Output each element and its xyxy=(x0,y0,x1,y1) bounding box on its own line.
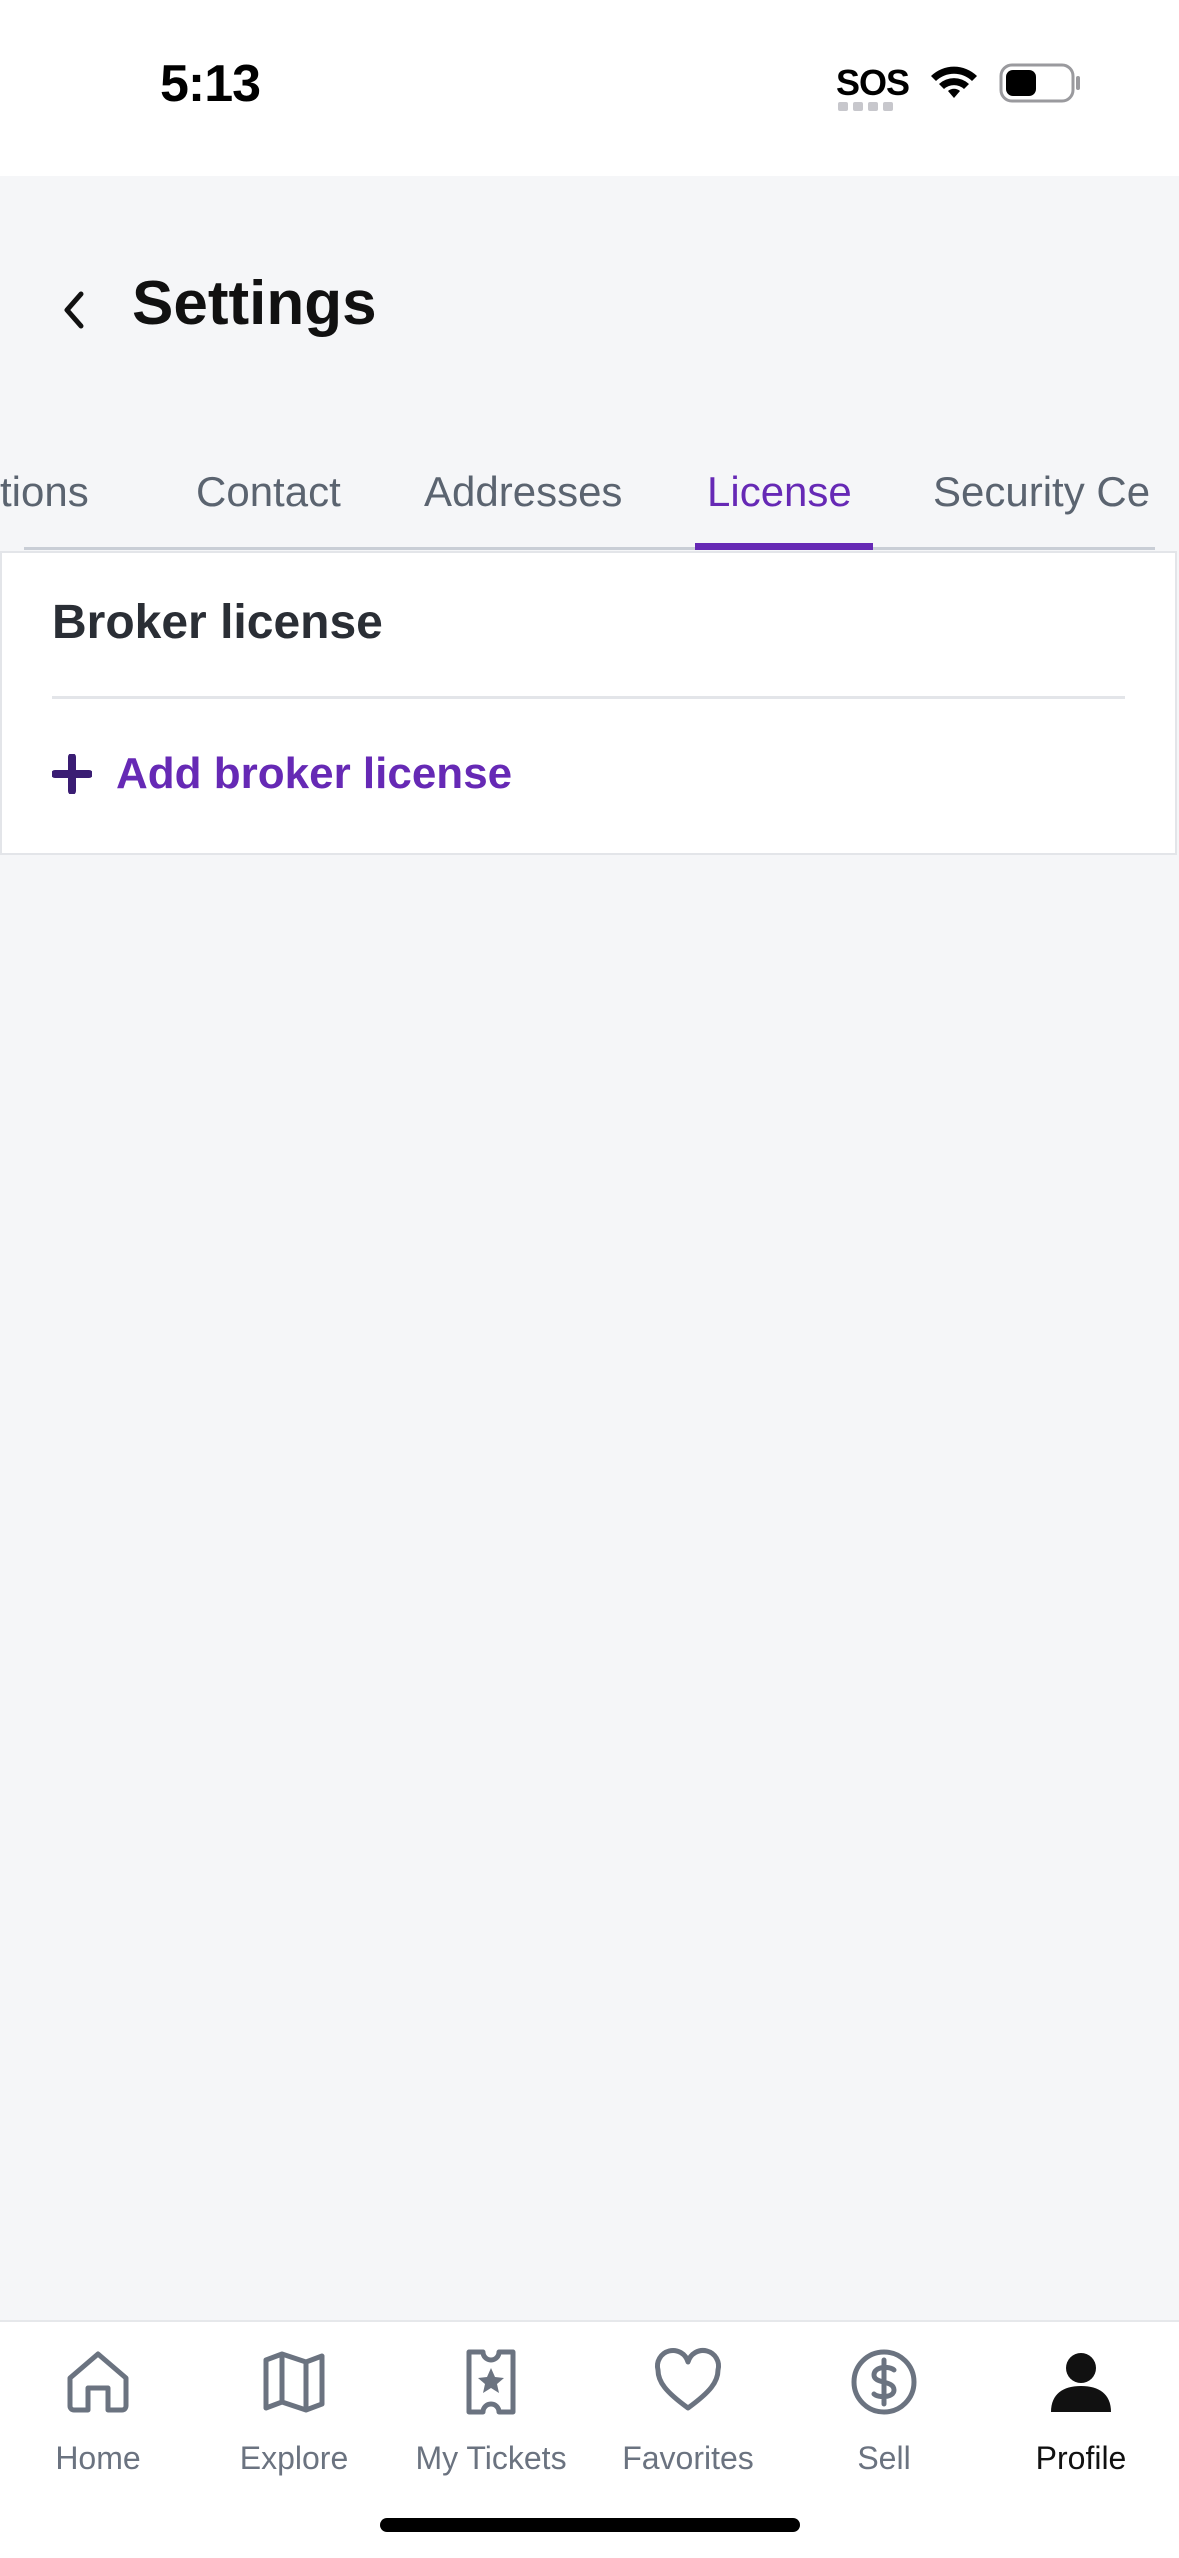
chevron-left-icon xyxy=(64,291,84,329)
plus-icon xyxy=(52,754,92,794)
ticket-icon xyxy=(466,2349,516,2415)
home-indicator xyxy=(380,2518,800,2532)
nav-label: Explore xyxy=(239,2440,349,2476)
heart-icon xyxy=(654,2348,722,2411)
nav-sell[interactable]: Sell xyxy=(786,2342,982,2492)
status-bar: 5:13 SOS xyxy=(0,0,1179,176)
dollar-circle-icon xyxy=(851,2349,917,2415)
nav-label: Home xyxy=(55,2440,141,2476)
add-broker-license-button[interactable]: Add broker license xyxy=(52,749,512,799)
nav-label: My Tickets xyxy=(415,2440,567,2476)
broker-license-card: Broker license Add broker license xyxy=(0,551,1177,855)
tab-contact[interactable]: Contact xyxy=(196,440,341,550)
settings-tabs: tions Contact Addresses License Security… xyxy=(0,440,1179,550)
battery-icon xyxy=(999,63,1080,103)
map-icon xyxy=(263,2351,325,2413)
page-title: Settings xyxy=(132,269,377,338)
tabs-divider xyxy=(24,547,1155,550)
tab-security-center[interactable]: Security Ce xyxy=(933,440,1150,550)
sos-indicator: SOS xyxy=(835,62,910,111)
nav-favorites[interactable]: Favorites xyxy=(590,2342,786,2492)
nav-my-tickets[interactable]: My Tickets xyxy=(393,2342,589,2492)
nav-profile[interactable]: Profile xyxy=(983,2342,1179,2492)
active-tab-indicator xyxy=(695,543,873,550)
person-icon xyxy=(1051,2353,1111,2412)
nav-label: Profile xyxy=(1035,2440,1127,2476)
divider xyxy=(52,696,1125,699)
signal-dots-icon xyxy=(837,102,893,111)
back-button[interactable] xyxy=(46,280,102,340)
nav-explore[interactable]: Explore xyxy=(196,2342,392,2492)
tab-addresses[interactable]: Addresses xyxy=(424,440,622,550)
tab-license[interactable]: License xyxy=(707,440,852,550)
nav-label: Sell xyxy=(857,2440,911,2476)
nav-label: Favorites xyxy=(622,2440,754,2476)
add-broker-license-label: Add broker license xyxy=(116,749,513,798)
status-time: 5:13 xyxy=(160,55,261,113)
tab-notifications[interactable]: tions xyxy=(0,440,89,550)
card-title: Broker license xyxy=(52,596,383,649)
nav-home[interactable]: Home xyxy=(0,2342,196,2492)
sos-label: SOS xyxy=(835,62,910,103)
status-icons: SOS xyxy=(835,62,1081,111)
wifi-icon xyxy=(931,66,977,98)
home-icon xyxy=(67,2351,129,2413)
